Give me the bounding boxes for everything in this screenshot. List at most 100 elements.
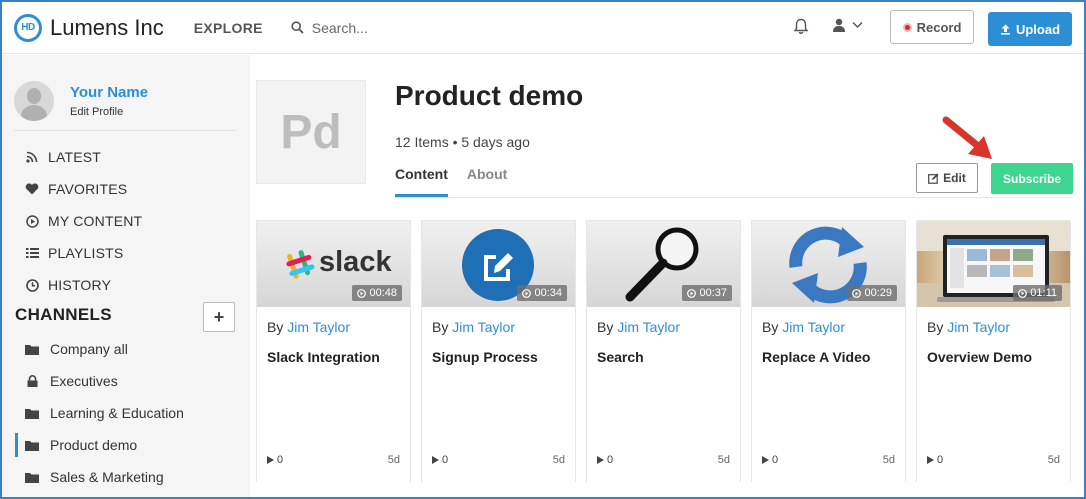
view-count: 0 xyxy=(267,454,283,466)
author-link[interactable]: Jim Taylor xyxy=(947,319,1010,335)
card-title[interactable]: Slack Integration xyxy=(267,349,380,365)
author-link[interactable]: Jim Taylor xyxy=(617,319,680,335)
video-thumbnail[interactable]: slack 00:48 xyxy=(257,221,410,307)
sidebar-item-label: HISTORY xyxy=(48,277,112,293)
card-title[interactable]: Overview Demo xyxy=(927,349,1032,365)
search-input[interactable] xyxy=(311,19,512,36)
view-count: 0 xyxy=(927,454,943,466)
play-circle-icon xyxy=(357,288,367,298)
video-card[interactable]: 00:29 By Jim Taylor Replace A Video 0 5d xyxy=(751,220,906,482)
record-dot-icon xyxy=(902,22,912,32)
subscribe-button[interactable]: Subscribe xyxy=(991,163,1073,194)
channel-label: Product demo xyxy=(50,437,138,453)
card-title[interactable]: Search xyxy=(597,349,644,365)
video-card[interactable]: 00:34 By Jim Taylor Signup Process 0 5d xyxy=(421,220,576,482)
red-arrow-annotation xyxy=(942,116,992,159)
play-circle-icon xyxy=(1018,288,1028,298)
duration-badge: 00:34 xyxy=(517,285,567,301)
record-button[interactable]: Record xyxy=(890,10,974,44)
card-title[interactable]: Replace A Video xyxy=(762,349,870,365)
channel-label: Executives xyxy=(50,373,118,389)
upload-icon xyxy=(1000,24,1010,35)
sidebar-item-latest[interactable]: LATEST xyxy=(24,141,142,173)
tab-content[interactable]: Content xyxy=(395,166,448,197)
channel-label: Learning & Education xyxy=(50,405,184,421)
play-icon xyxy=(597,456,604,464)
logo-icon: HD xyxy=(14,13,42,42)
playlist-meta: 12 Items • 5 days ago xyxy=(395,134,530,150)
explore-link[interactable]: EXPLORE xyxy=(194,20,263,36)
channel-list: Company all Executives Learning & Educat… xyxy=(2,333,250,493)
profile-name[interactable]: Your Name xyxy=(70,84,148,101)
edit-button[interactable]: Edit xyxy=(916,163,978,193)
channel-label: Company all xyxy=(50,341,128,357)
channel-item-learning-education[interactable]: Learning & Education xyxy=(2,397,250,429)
card-byline: By Jim Taylor xyxy=(432,319,515,335)
card-byline: By Jim Taylor xyxy=(762,319,845,335)
duration-badge: 00:37 xyxy=(682,285,732,301)
search-icon xyxy=(291,21,304,34)
card-age: 5d xyxy=(552,454,565,466)
author-link[interactable]: Jim Taylor xyxy=(782,319,845,335)
logo[interactable]: HD Lumens Inc xyxy=(14,13,164,42)
card-title[interactable]: Signup Process xyxy=(432,349,538,365)
play-icon xyxy=(432,456,439,464)
record-label: Record xyxy=(916,19,962,35)
avatar[interactable] xyxy=(14,81,54,121)
video-card[interactable]: slack 00:48 By Jim Taylor Slack Integrat… xyxy=(256,220,411,482)
sidebar-item-favorites[interactable]: FAVORITES xyxy=(24,173,142,205)
video-card[interactable]: 00:37 By Jim Taylor Search 0 5d xyxy=(586,220,741,482)
play-icon xyxy=(267,456,274,464)
sidebar-item-label: LATEST xyxy=(48,149,102,165)
view-count: 0 xyxy=(597,454,613,466)
list-icon xyxy=(25,248,39,258)
duration-text: 01:11 xyxy=(1030,287,1057,299)
sidebar-item-history[interactable]: HISTORY xyxy=(24,269,142,301)
sidebar-item-label: FAVORITES xyxy=(48,181,128,197)
channel-item-sales-marketing[interactable]: Sales & Marketing xyxy=(2,461,250,493)
channels-heading: CHANNELS xyxy=(15,305,112,324)
tab-about[interactable]: About xyxy=(467,166,507,197)
upload-button[interactable]: Upload xyxy=(988,12,1072,46)
sidebar-item-label: MY CONTENT xyxy=(48,213,143,229)
slack-wordmark: slack xyxy=(319,246,392,278)
edit-icon xyxy=(928,173,939,184)
sidebar-nav: LATEST FAVORITES MY CONTENT PLAYLISTS HI… xyxy=(24,141,142,301)
view-count: 0 xyxy=(432,454,448,466)
lock-icon xyxy=(27,375,37,387)
sidebar-divider xyxy=(14,130,236,131)
user-menu[interactable] xyxy=(832,18,863,32)
sidebar-item-playlists[interactable]: PLAYLISTS xyxy=(24,237,142,269)
channel-item-executives[interactable]: Executives xyxy=(2,365,250,397)
card-byline: By Jim Taylor xyxy=(267,319,350,335)
playlist-tabs: Content About xyxy=(395,166,526,197)
channel-item-company-all[interactable]: Company all xyxy=(2,333,250,365)
edit-profile-link[interactable]: Edit Profile xyxy=(70,106,148,118)
author-link[interactable]: Jim Taylor xyxy=(452,319,515,335)
card-byline: By Jim Taylor xyxy=(927,319,1010,335)
folder-icon xyxy=(25,344,39,355)
heart-icon xyxy=(25,183,39,195)
card-age: 5d xyxy=(1047,454,1060,466)
bell-icon[interactable] xyxy=(793,18,809,35)
profile-block[interactable]: Your Name Edit Profile xyxy=(14,81,148,121)
tabs-divider xyxy=(395,197,1072,198)
video-thumbnail[interactable]: 00:34 xyxy=(422,221,575,307)
sidebar-item-my-content[interactable]: MY CONTENT xyxy=(24,205,142,237)
add-channel-button[interactable]: + xyxy=(203,302,235,332)
folder-icon xyxy=(25,472,39,483)
author-link[interactable]: Jim Taylor xyxy=(287,319,350,335)
search-box[interactable] xyxy=(291,19,512,36)
sidebar: Your Name Edit Profile LATEST FAVORITES xyxy=(2,55,250,497)
card-age: 5d xyxy=(882,454,895,466)
duration-text: 00:37 xyxy=(699,287,727,299)
video-thumbnail[interactable]: 01:11 xyxy=(917,221,1070,307)
card-age: 5d xyxy=(717,454,730,466)
play-icon xyxy=(762,456,769,464)
channel-item-product-demo[interactable]: Product demo xyxy=(2,429,250,461)
video-grid: slack 00:48 By Jim Taylor Slack Integrat… xyxy=(256,220,1071,482)
clock-icon xyxy=(25,278,39,292)
video-card[interactable]: 01:11 By Jim Taylor Overview Demo 0 5d xyxy=(916,220,1071,482)
video-thumbnail[interactable]: 00:37 xyxy=(587,221,740,307)
video-thumbnail[interactable]: 00:29 xyxy=(752,221,905,307)
